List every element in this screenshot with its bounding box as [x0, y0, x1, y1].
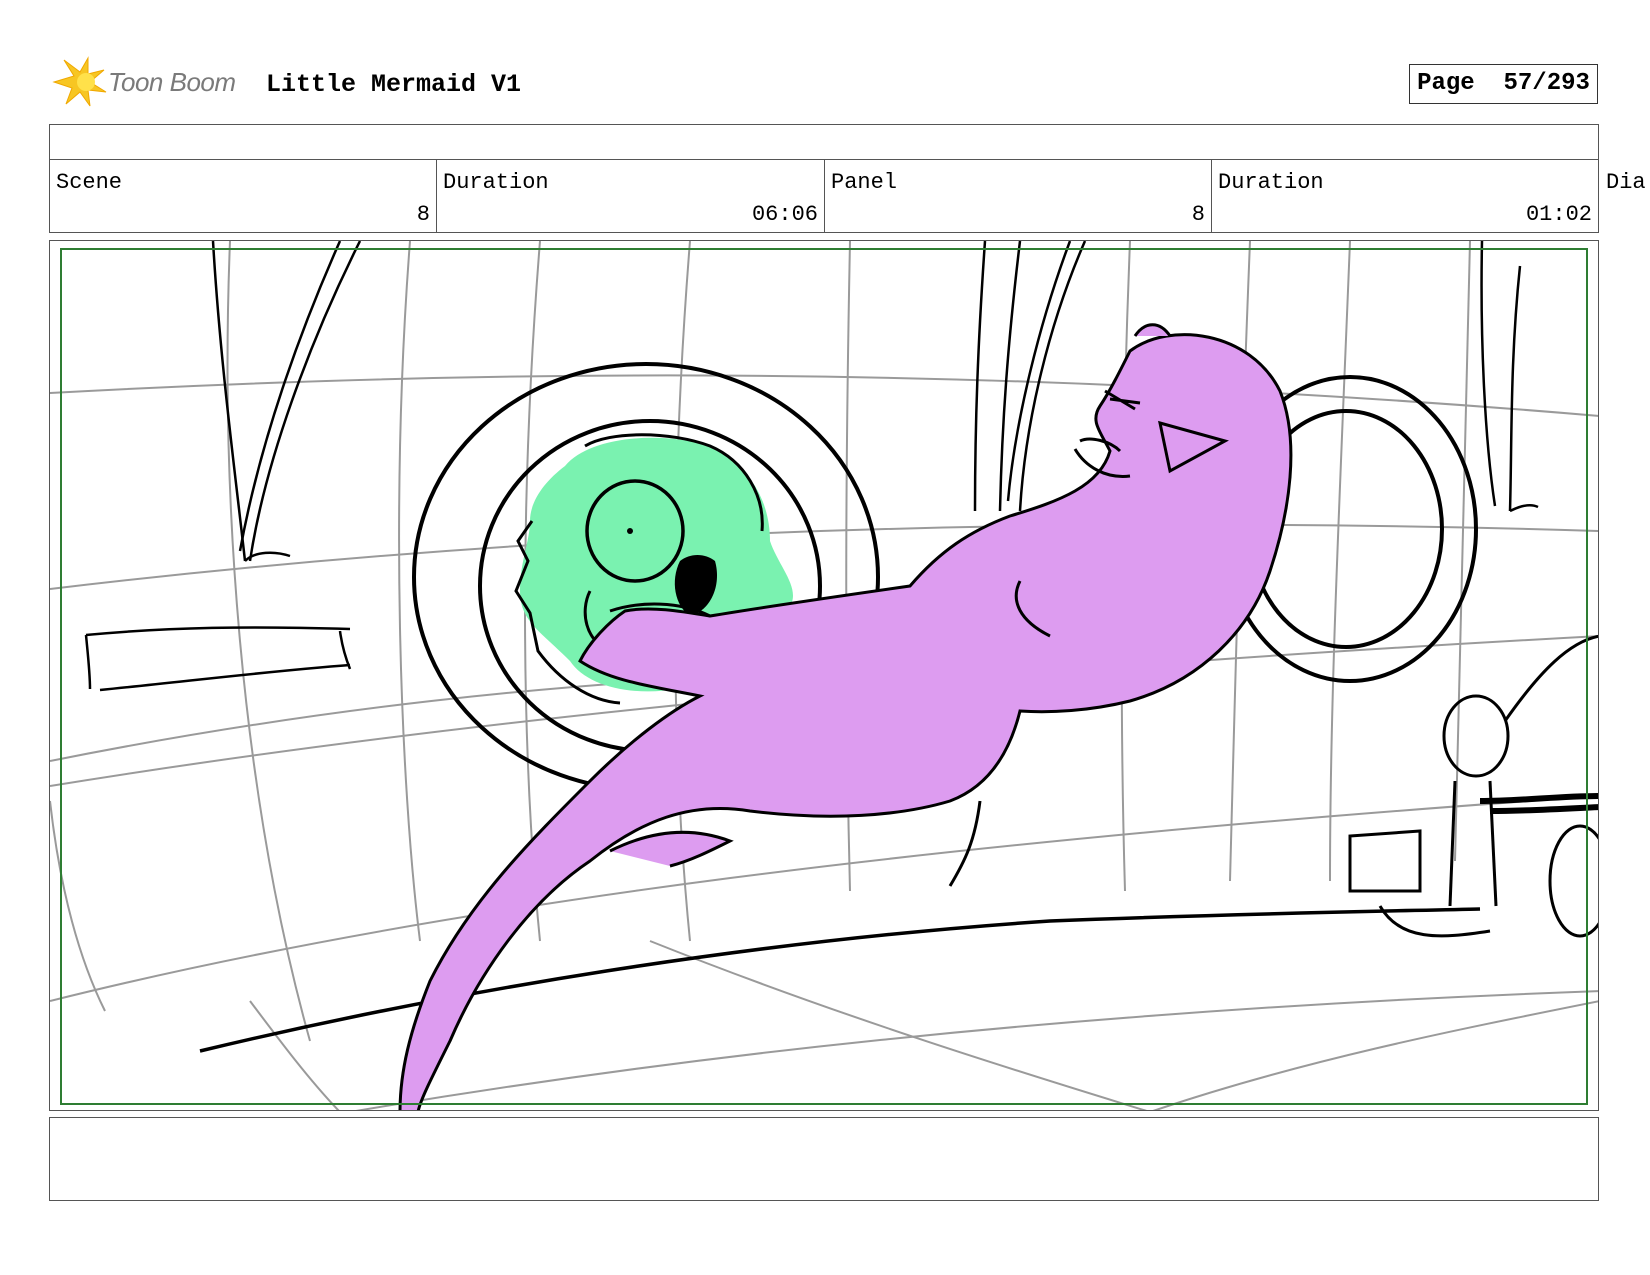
project-title: Little Mermaid V1 — [266, 70, 522, 99]
right-props — [1348, 634, 1598, 938]
starburst-icon — [52, 56, 107, 107]
ground-line — [199, 907, 1481, 1053]
panel-sketch — [50, 241, 1598, 1110]
page-label: Page — [1417, 70, 1475, 97]
scene-cell: Scene 8 — [49, 160, 437, 233]
scene-duration-value: 06:06 — [751, 202, 818, 227]
panel-value: 8 — [1191, 202, 1205, 227]
storyboard-panel — [49, 240, 1599, 1111]
scene-duration-label: Duration — [443, 170, 549, 195]
brand-name: Toon Boom — [108, 67, 236, 97]
scene-duration-cell: Duration 06:06 — [436, 160, 825, 233]
panel-label: Panel — [831, 170, 898, 195]
panel-duration-value: 01:02 — [1525, 202, 1592, 227]
dialog-label: Dia — [1606, 170, 1646, 195]
purple-character — [398, 323, 1293, 1110]
panel-cell: Panel 8 — [824, 160, 1212, 233]
header-bar — [49, 124, 1599, 160]
scene-value: 8 — [416, 202, 430, 227]
page-indicator: Page 57/293 — [1409, 64, 1598, 104]
page-number: 57/293 — [1503, 70, 1590, 97]
toon-boom-logo: Toon Boom — [52, 56, 242, 108]
panel-duration-label: Duration — [1218, 170, 1324, 195]
scene-label: Scene — [56, 170, 123, 195]
info-row: Scene 8 Duration 06:06 Panel 8 Duration … — [49, 160, 1650, 233]
plank — [84, 626, 352, 692]
notes-box — [49, 1117, 1599, 1201]
panel-duration-cell: Duration 01:02 — [1211, 160, 1599, 233]
